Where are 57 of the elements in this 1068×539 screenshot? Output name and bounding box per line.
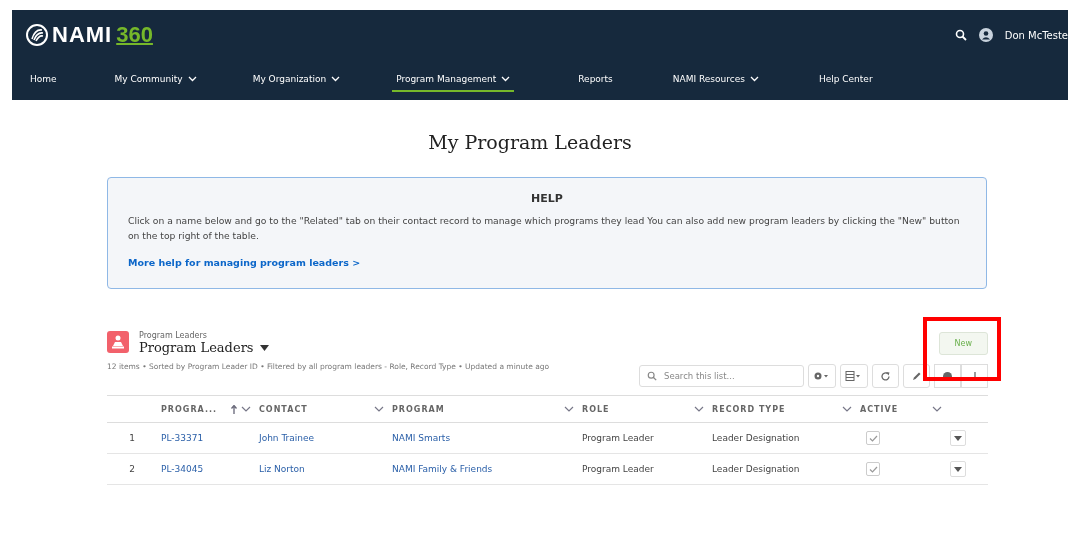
nav-item[interactable]: My Organization — [248, 68, 345, 92]
row-actions-button[interactable] — [950, 461, 966, 477]
table-cell: Leader Designation — [708, 422, 856, 454]
gear-icon — [813, 371, 831, 381]
column-header[interactable]: PROGRA... — [157, 395, 255, 423]
nav-item[interactable]: Reports — [574, 68, 617, 92]
caret-icon — [954, 466, 962, 472]
caret-icon — [954, 435, 962, 441]
logo-number: 360 — [116, 22, 153, 48]
chevron-down-icon[interactable] — [842, 406, 852, 412]
column-header[interactable]: CONTACT — [255, 395, 388, 423]
column-header[interactable]: RECORD TYPE — [708, 395, 856, 423]
display-as-button[interactable] — [840, 364, 868, 388]
contact-link[interactable]: John Trainee — [259, 433, 315, 443]
caret-icon — [259, 344, 269, 351]
logo-icon — [26, 24, 48, 46]
row-number: 2 — [107, 453, 157, 485]
nav-item[interactable]: My Community — [110, 68, 201, 92]
search-icon[interactable] — [954, 29, 967, 41]
table-cell: Leader Designation — [708, 453, 856, 485]
help-title: HELP — [530, 192, 564, 205]
row-actions-button[interactable] — [950, 430, 966, 446]
object-label: Program Leaders — [139, 331, 208, 340]
record-link[interactable]: PL-33371 — [161, 433, 204, 443]
help-text: Click on a name below and go to the "Related" tab on their contact record to manage which programs they lead You can also add new program leaders by clicking the "New" button on the top right of the table. — [128, 214, 961, 243]
contact-link[interactable]: Liz Norton — [259, 464, 305, 474]
column-header[interactable]: PROGRAM — [388, 395, 578, 423]
settings-button[interactable] — [808, 364, 836, 388]
nav-item[interactable]: NAMI Resources — [668, 68, 763, 92]
person-icon — [107, 331, 129, 353]
pencil-icon — [911, 370, 922, 382]
user-name[interactable]: Don McTeste — [1004, 29, 1068, 41]
table-icon — [845, 371, 863, 381]
record-link[interactable]: PL-34045 — [161, 464, 204, 474]
program-link[interactable]: NAMI Smarts — [392, 433, 451, 443]
refresh-icon — [880, 370, 891, 382]
chevron-down-icon[interactable] — [241, 406, 251, 412]
chevron-down-icon[interactable] — [564, 406, 574, 412]
table-cell: Program Leader — [578, 453, 708, 485]
search-field[interactable]: Search this list... — [639, 365, 804, 387]
chevron-down-icon[interactable] — [374, 406, 384, 412]
chevron-down-icon[interactable] — [932, 406, 942, 412]
program-link[interactable]: NAMI Family & Friends — [392, 464, 493, 474]
page-title: My Program Leaders — [427, 131, 633, 153]
list-view-switcher[interactable]: Program Leaders — [139, 340, 269, 355]
nav-item[interactable]: Program Management — [392, 68, 515, 92]
column-header[interactable]: ACTIVE — [856, 395, 946, 423]
avatar-icon[interactable] — [978, 28, 993, 42]
logo-text: NAMI — [52, 22, 113, 48]
nav-item[interactable]: Help Center — [814, 68, 877, 92]
help-link[interactable]: More help for managing program leaders > — [128, 257, 361, 268]
row-number: 1 — [107, 422, 157, 454]
chevron-down-icon[interactable] — [694, 406, 704, 412]
refresh-button[interactable] — [872, 364, 899, 388]
column-header[interactable]: ROLE — [578, 395, 708, 423]
nav-item[interactable]: Home — [26, 68, 61, 92]
table-cell: Program Leader — [578, 422, 708, 454]
